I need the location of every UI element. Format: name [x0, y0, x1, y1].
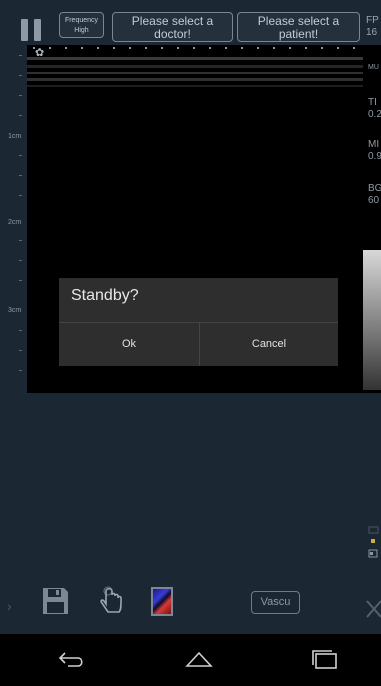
save-icon[interactable]	[42, 587, 69, 615]
ruler-tick	[19, 330, 22, 331]
scan-band	[27, 72, 363, 74]
color-map-icon[interactable]	[151, 587, 173, 616]
lateral-scale	[27, 45, 363, 51]
ruler-label-3cm: 3cm	[8, 307, 22, 314]
recents-icon[interactable]	[310, 648, 340, 670]
ruler-tick	[19, 370, 22, 371]
ruler-tick	[19, 155, 22, 156]
side-indicator-icon	[368, 526, 379, 558]
ruler-tick	[19, 350, 22, 351]
fps-value: 16	[366, 27, 378, 38]
mode-label: MU	[368, 64, 379, 71]
standby-dialog: Standby? Ok Cancel	[59, 278, 338, 366]
fps-label: FP	[366, 15, 379, 26]
back-icon[interactable]	[56, 648, 86, 670]
chevron-left-icon[interactable]: ›	[7, 598, 12, 614]
depth-ruler: 1cm 2cm 3cm	[0, 45, 27, 393]
scan-band	[27, 78, 363, 81]
select-patient-button[interactable]: Please select a patient!	[237, 12, 360, 42]
ruler-tick	[19, 95, 22, 96]
bottom-tools: › Vascu	[0, 580, 381, 630]
fps-readout: FP 16	[366, 15, 379, 39]
ti-label: TI	[368, 97, 377, 108]
grayscale-bar	[363, 250, 381, 390]
bg-label: BG	[368, 183, 381, 194]
ruler-tick	[19, 115, 22, 116]
bg-value: 60	[368, 195, 380, 206]
ti-value: 0.2	[368, 109, 381, 120]
top-toolbar: Frequency High Please select a doctor! P…	[0, 0, 381, 44]
ruler-label-1cm: 1cm	[8, 133, 22, 140]
ruler-tick	[19, 260, 22, 261]
select-doctor-line2: doctor!	[154, 27, 191, 41]
system-nav-bar	[0, 634, 381, 686]
scan-band	[27, 85, 363, 87]
ruler-tick	[19, 195, 22, 196]
hand-pointer-icon[interactable]	[98, 586, 124, 618]
close-icon[interactable]	[363, 597, 381, 621]
vascular-preset-button[interactable]: Vascu	[251, 591, 300, 614]
scan-band	[27, 65, 363, 68]
ok-button[interactable]: Ok	[59, 323, 199, 366]
mi-value: 0.9	[368, 151, 381, 162]
ruler-tick	[19, 240, 22, 241]
ruler-tick	[19, 175, 22, 176]
probe-orientation-icon: ✿	[35, 47, 45, 59]
ruler-tick	[19, 75, 22, 76]
frequency-button[interactable]: Frequency High	[59, 12, 104, 38]
cancel-button[interactable]: Cancel	[200, 323, 338, 366]
home-icon[interactable]	[184, 648, 214, 670]
mi-label: MI	[368, 139, 380, 150]
select-doctor-button[interactable]: Please select a doctor!	[112, 12, 233, 42]
ruler-label-2cm: 2cm	[8, 219, 22, 226]
ruler-tick	[19, 280, 22, 281]
select-patient-line2: patient!	[278, 27, 319, 41]
pause-icon[interactable]	[21, 19, 43, 41]
ruler-tick	[19, 55, 22, 56]
frequency-label: Frequency	[64, 17, 99, 24]
scan-band	[27, 57, 363, 60]
frequency-value: High	[74, 27, 89, 34]
dialog-title: Standby?	[71, 287, 139, 304]
